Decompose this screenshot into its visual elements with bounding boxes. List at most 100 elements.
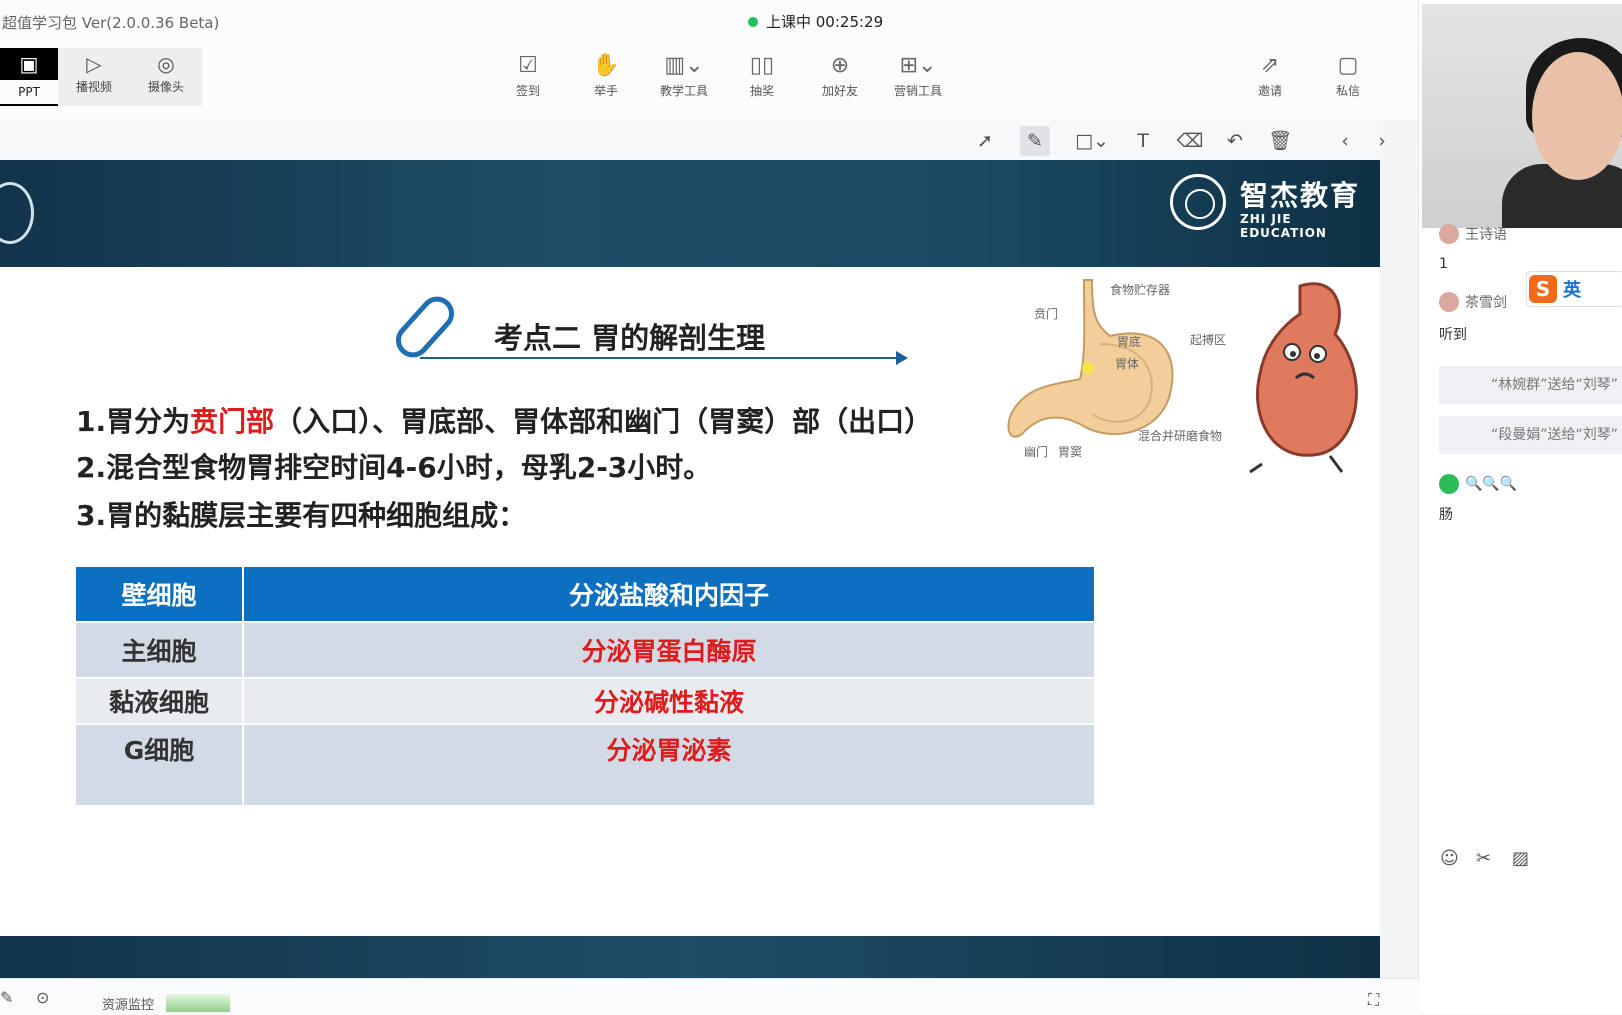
cell-name: 壁细胞 — [76, 567, 244, 623]
play-video-label: 播视频 — [75, 80, 112, 94]
zhijie-logo-icon — [1170, 174, 1226, 230]
gift-notice-1: “林婉群”送给“刘琴” — [1439, 366, 1622, 404]
lottery-button[interactable]: ▯▯ 抽奖 — [727, 50, 797, 99]
label-cardia: 贲门 — [1034, 306, 1058, 321]
pen-icon[interactable]: ✎ — [1020, 126, 1050, 156]
camera-button[interactable]: ◎ 摄像头 — [130, 48, 202, 106]
point-2: 2.混合型食物胃排空时间4-6小时，母乳2-3小时。 — [76, 451, 712, 484]
cell-name: G细胞 — [76, 724, 244, 807]
video-person-face — [1532, 52, 1622, 180]
add-friend-label: 加好友 — [821, 84, 858, 98]
point-3: 3.胃的黏膜层主要有四种细胞组成： — [76, 499, 527, 532]
ime-toolbar[interactable]: S 英 — [1526, 271, 1622, 307]
logo-text-en: ZHI JIE EDUCATION — [1240, 212, 1327, 240]
chat-user-2-name: 茶雪剑 — [1465, 295, 1507, 311]
cell-name: 主细胞 — [76, 622, 244, 679]
play-video-button[interactable]: ▷ 播视频 — [58, 48, 130, 106]
eraser-icon[interactable]: ⌫ — [1175, 126, 1205, 156]
location-pin-icon[interactable]: ⊙ — [36, 988, 49, 1007]
slide-footer-band — [0, 936, 1380, 978]
add-friend-icon: ⊕ — [830, 53, 850, 78]
ppt-button[interactable]: ▣ PPT — [0, 48, 58, 106]
chat-user-2: 茶雪剑 — [1439, 292, 1507, 312]
cell-name: 黏液细胞 — [76, 678, 244, 725]
table-row: G细胞 分泌胃泌素 — [76, 724, 1094, 807]
point-1-highlight: 贲门部 — [190, 405, 275, 438]
next-page-icon[interactable]: › — [1367, 126, 1397, 156]
invite-button[interactable]: ⇗ 邀请 — [1235, 50, 1305, 99]
chat-user-1-name: 王诗语 — [1465, 227, 1507, 243]
cell-function: 分泌胃蛋白酶原 — [243, 622, 1094, 679]
text-tool-icon[interactable]: T — [1128, 126, 1158, 156]
resource-monitor-label[interactable]: 资源监控 — [102, 994, 154, 1013]
camera-icon: ◎ — [157, 52, 175, 76]
invite-icon: ⇗ — [1260, 53, 1280, 78]
chat-user-1: 王诗语 — [1439, 224, 1507, 244]
label-mix-grind: 混合并研磨食物 — [1138, 428, 1222, 443]
trash-icon[interactable]: 🗑 — [1265, 126, 1295, 156]
label-fundus: 胃底 — [1117, 334, 1141, 349]
fullscreen-icon[interactable]: ⛶ — [1368, 990, 1379, 1010]
select-pointer-icon[interactable]: ➚ — [970, 126, 1000, 156]
slide-title: 考点二 胃的解剖生理 — [494, 321, 766, 355]
shape-rectangle-icon[interactable]: □⌄ — [1070, 126, 1114, 156]
teaching-tools-button[interactable]: ▥⌄ 教学工具 — [649, 50, 719, 99]
chat-user-3: 🔍🔍🔍 — [1439, 474, 1517, 494]
ime-language: 英 — [1563, 280, 1581, 301]
invite-label: 邀请 — [1257, 84, 1282, 98]
hand-icon: ✋ — [592, 53, 620, 78]
checkin-icon: ☑ — [518, 53, 538, 78]
pen-mini-icon[interactable]: ✎ — [0, 988, 13, 1007]
prev-page-icon[interactable]: ‹ — [1330, 126, 1360, 156]
table-row: 主细胞 分泌胃蛋白酶原 — [76, 622, 1094, 679]
table-row: 黏液细胞 分泌碱性黏液 — [76, 678, 1094, 725]
avatar — [1439, 292, 1459, 312]
camera-label: 摄像头 — [147, 80, 184, 94]
label-pylorus: 幽门 — [1024, 444, 1048, 459]
point-1: 1.胃分为贲门部（入口）、胃底部、胃体部和幽门（胃窦）部（出口） — [76, 400, 932, 440]
private-message-button[interactable]: ▢ 私信 — [1313, 50, 1383, 99]
app-title: 超值学习包 Ver(2.0.0.36 Beta) — [2, 14, 220, 32]
marketing-tools-button[interactable]: ⊞⌄ 营销工具 — [883, 50, 953, 99]
checkin-button[interactable]: ☑ 签到 — [493, 50, 563, 99]
marketing-tools-icon: ⊞⌄ — [899, 53, 937, 78]
scissors-icon[interactable]: ✂ — [1476, 848, 1491, 869]
title-arrowhead — [896, 351, 908, 365]
title-arrow-line — [420, 357, 900, 359]
chat-emoji-message: 🔍🔍🔍 — [1465, 476, 1518, 492]
teacher-video — [1422, 4, 1622, 228]
lottery-icon: ▯▯ — [749, 53, 775, 78]
chat-message-1: 1 — [1439, 256, 1448, 272]
sogou-ime-icon: S — [1529, 275, 1557, 303]
point-1-suffix: （入口）、胃底部、胃体部和幽门（胃窦）部（出口） — [274, 405, 933, 438]
avatar — [1439, 224, 1459, 244]
marketing-tools-label: 营销工具 — [893, 84, 942, 98]
live-indicator-dot — [748, 16, 758, 27]
private-message-label: 私信 — [1335, 84, 1360, 98]
label-pacemaker: 起搏区 — [1190, 333, 1226, 347]
undo-icon[interactable]: ↶ — [1220, 126, 1250, 156]
ppt-slide: 智杰教育 ZHI JIE EDUCATION 考点二 胃的解剖生理 1.胃分为贲… — [0, 160, 1380, 978]
point-1-prefix: 1.胃分为 — [76, 405, 191, 438]
chat-message-2: 听到 — [1439, 327, 1467, 343]
ppt-label: PPT — [0, 80, 58, 104]
teaching-tools-label: 教学工具 — [659, 84, 708, 98]
emoji-icon[interactable]: ☺ — [1440, 848, 1459, 869]
ppt-icon: ▣ — [19, 52, 39, 76]
checkin-label: 签到 — [515, 84, 540, 98]
cell-table: 壁细胞 分泌盐酸和内因子 主细胞 分泌胃蛋白酶原 黏液细胞 分泌碱性黏液 G细胞… — [76, 567, 1094, 807]
private-message-icon: ▢ — [1337, 53, 1359, 78]
raise-hand-button[interactable]: ✋ 举手 — [571, 50, 641, 99]
image-icon[interactable]: ▨ — [1512, 848, 1529, 869]
stomach-illustration: 食物贮存器 贲门 胃底 胃体 起搏区 幽门 胃窦 混合并研磨食物 — [1007, 279, 1358, 474]
label-food-storage: 食物贮存器 — [1110, 282, 1170, 297]
resource-monitor-graph — [166, 994, 230, 1012]
label-body: 胃体 — [1115, 357, 1139, 371]
raise-hand-label: 举手 — [593, 84, 618, 98]
pencil-icon — [388, 289, 462, 365]
cell-function: 分泌碱性黏液 — [243, 678, 1094, 725]
add-friend-button[interactable]: ⊕ 加好友 — [805, 50, 875, 99]
teaching-tools-icon: ▥⌄ — [664, 53, 704, 78]
table-row: 壁细胞 分泌盐酸和内因子 — [76, 567, 1094, 623]
gift-notice-2: “段曼娟”送给“刘琴” — [1439, 416, 1622, 454]
